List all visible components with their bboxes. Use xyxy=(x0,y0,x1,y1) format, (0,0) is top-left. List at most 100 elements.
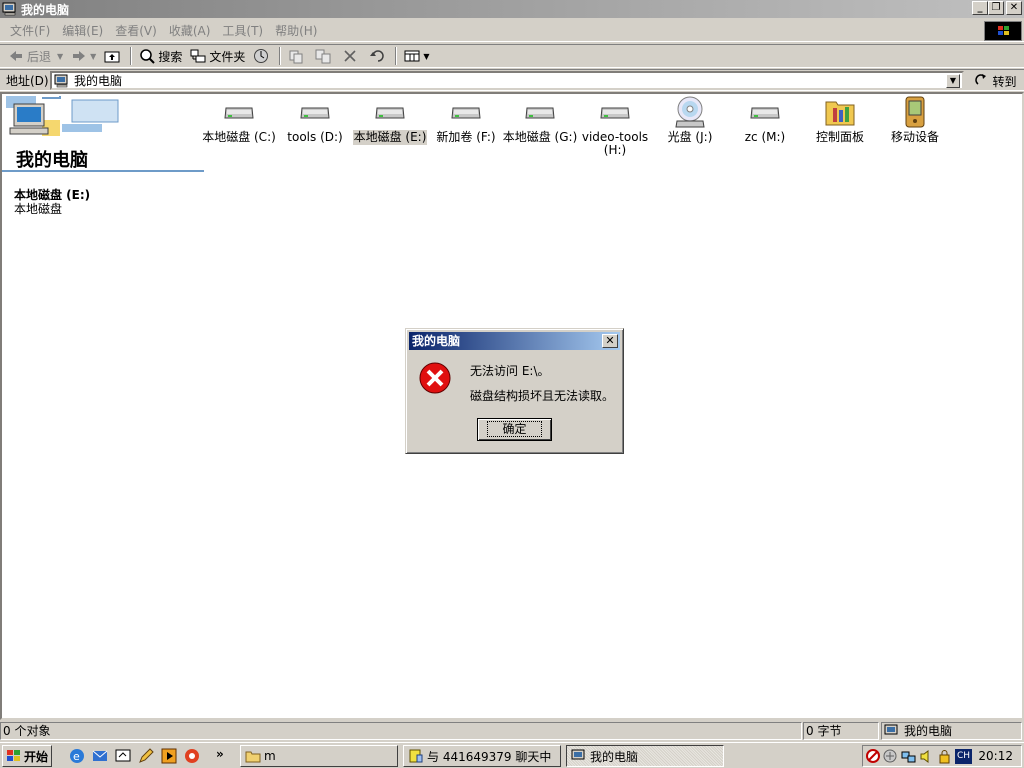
search-button[interactable]: 搜索 xyxy=(135,45,186,67)
hard-drive-icon xyxy=(525,107,555,119)
menu-tools[interactable]: 工具(T) xyxy=(216,22,269,39)
connection-tray-icon[interactable] xyxy=(901,749,916,764)
start-label: 开始 xyxy=(24,749,49,764)
drive-h[interactable]: video-tools (H:) xyxy=(575,94,655,158)
network-tray-icon[interactable] xyxy=(883,749,898,764)
folders-icon xyxy=(190,48,206,64)
dialog-titlebar[interactable]: 我的电脑 ✕ xyxy=(409,332,620,350)
status-zone-label: 我的电脑 xyxy=(904,724,953,738)
forward-button[interactable]: ▼ xyxy=(67,45,100,67)
search-icon xyxy=(139,48,156,64)
back-dropdown-icon[interactable]: ▼ xyxy=(57,52,63,61)
menu-bar: 文件(F) 编辑(E) 查看(V) 收藏(A) 工具(T) 帮助(H) xyxy=(0,20,1024,42)
history-icon xyxy=(253,48,269,64)
delete-button[interactable] xyxy=(338,45,365,67)
status-bar: 0 个对象 0 字节 我的电脑 xyxy=(0,721,1024,741)
drive-label: 控制面板 xyxy=(815,130,864,144)
selected-item-type: 本地磁盘 xyxy=(14,202,63,216)
cd-drive-icon xyxy=(675,96,705,128)
minimize-button[interactable]: _ xyxy=(972,1,988,15)
history-button[interactable] xyxy=(249,45,276,67)
copy-to-button[interactable] xyxy=(311,45,338,67)
taskbar-item-chat[interactable]: 与 441649379 聊天中 xyxy=(403,745,561,767)
menu-edit[interactable]: 编辑(E) xyxy=(56,22,109,39)
ie-quicklaunch-icon[interactable]: e xyxy=(68,747,86,765)
status-size: 0 字节 xyxy=(803,722,879,740)
outlook-quicklaunch-icon[interactable] xyxy=(91,747,109,765)
views-button[interactable]: ▼ xyxy=(400,45,433,67)
error-dialog[interactable]: 我的电脑 ✕ 无法访问 E:\。 磁盘结构损坏且无法读取。 确定 xyxy=(405,328,624,454)
ok-label: 确定 xyxy=(487,421,542,437)
menu-view[interactable]: 查看(V) xyxy=(109,22,163,39)
clock[interactable]: 20:12 xyxy=(978,749,1013,763)
drive-e[interactable]: 本地磁盘 (E:) xyxy=(350,94,430,145)
drive-f[interactable]: 新加卷 (F:) xyxy=(426,94,506,145)
hard-drive-icon xyxy=(300,107,330,119)
restore-button[interactable]: ❐ xyxy=(988,1,1004,15)
control-panel-item[interactable]: 控制面板 xyxy=(800,94,880,145)
status-zone: 我的电脑 xyxy=(881,722,1022,740)
mobile-device-item[interactable]: 移动设备 xyxy=(875,94,955,145)
address-input[interactable]: 我的电脑 ▼ xyxy=(50,71,964,90)
quicklaunch-more-button[interactable]: » xyxy=(216,747,224,761)
menu-file[interactable]: 文件(F) xyxy=(4,22,56,39)
hard-drive-icon xyxy=(451,107,481,119)
undo-icon xyxy=(369,48,385,64)
status-object-count: 0 个对象 xyxy=(0,722,802,740)
drive-d[interactable]: tools (D:) xyxy=(275,94,355,145)
ok-button[interactable]: 确定 xyxy=(477,418,552,441)
window-titlebar[interactable]: 我的电脑 _ ❐ ✕ xyxy=(0,0,1024,18)
firewall-tray-icon[interactable] xyxy=(866,749,881,764)
desktop-quicklaunch-icon[interactable] xyxy=(114,747,132,765)
views-dropdown-icon[interactable]: ▼ xyxy=(423,52,429,61)
drive-label: 移动设备 xyxy=(890,130,939,144)
move-to-button[interactable] xyxy=(284,45,311,67)
address-bar: 地址(D) 我的电脑 ▼ 转到 xyxy=(0,69,1024,91)
dialog-close-button[interactable]: ✕ xyxy=(602,334,618,348)
taskbar: 开始 e » m 与 441649379 聊天中 我的电脑 CH 20:12 xyxy=(0,742,1024,768)
drive-j[interactable]: 光盘 (J:) xyxy=(650,94,730,145)
undo-button[interactable] xyxy=(365,45,392,67)
drive-g[interactable]: 本地磁盘 (G:) xyxy=(500,94,580,145)
drive-c[interactable]: 本地磁盘 (C:) xyxy=(199,94,279,145)
drive-label: zc (M:) xyxy=(744,130,786,144)
taskbar-item-my-computer[interactable]: 我的电脑 xyxy=(566,745,724,767)
window-title: 我的电脑 xyxy=(21,2,70,17)
realplayer-quicklaunch-icon[interactable] xyxy=(183,747,201,765)
address-dropdown-button[interactable]: ▼ xyxy=(946,74,960,88)
close-button[interactable]: ✕ xyxy=(1006,1,1022,15)
menu-favorites[interactable]: 收藏(A) xyxy=(163,22,217,39)
standard-toolbar: 后退 ▼ ▼ 搜索 文件夹 ▼ xyxy=(0,44,1024,68)
views-icon xyxy=(404,48,420,64)
drive-m[interactable]: zc (M:) xyxy=(725,94,805,145)
lock-tray-icon[interactable] xyxy=(937,749,952,764)
folder-icon xyxy=(245,751,261,763)
my-computer-icon xyxy=(884,724,898,735)
start-button[interactable]: 开始 xyxy=(2,745,52,767)
taskbar-item-folder-m[interactable]: m xyxy=(240,745,398,767)
folders-button[interactable]: 文件夹 xyxy=(186,45,249,67)
address-label: 地址(D) xyxy=(6,73,49,88)
menu-help[interactable]: 帮助(H) xyxy=(269,22,323,39)
search-label: 搜索 xyxy=(158,49,183,64)
my-computer-icon xyxy=(2,2,16,16)
back-button[interactable]: 后退 ▼ xyxy=(4,45,67,67)
control-panel-icon xyxy=(825,101,855,126)
language-indicator[interactable]: CH xyxy=(955,749,972,764)
go-button[interactable]: 转到 xyxy=(972,71,1020,91)
forward-dropdown-icon[interactable]: ▼ xyxy=(90,52,96,61)
hard-drive-icon xyxy=(600,107,630,119)
pencil-quicklaunch-icon[interactable] xyxy=(137,747,155,765)
chat-icon xyxy=(409,749,423,763)
move-to-icon xyxy=(288,48,304,64)
banner-title: 我的电脑 xyxy=(16,150,88,171)
taskbar-item-label: 我的电脑 xyxy=(590,749,639,764)
volume-tray-icon[interactable] xyxy=(919,749,934,764)
up-folder-button[interactable] xyxy=(100,45,127,67)
up-folder-icon xyxy=(104,48,120,64)
delete-icon xyxy=(342,48,358,64)
back-label: 后退 xyxy=(27,49,52,64)
drive-label: video-tools (H:) xyxy=(581,130,649,157)
selected-item-name: 本地磁盘 (E:) xyxy=(14,188,91,202)
media-player-quicklaunch-icon[interactable] xyxy=(160,747,178,765)
